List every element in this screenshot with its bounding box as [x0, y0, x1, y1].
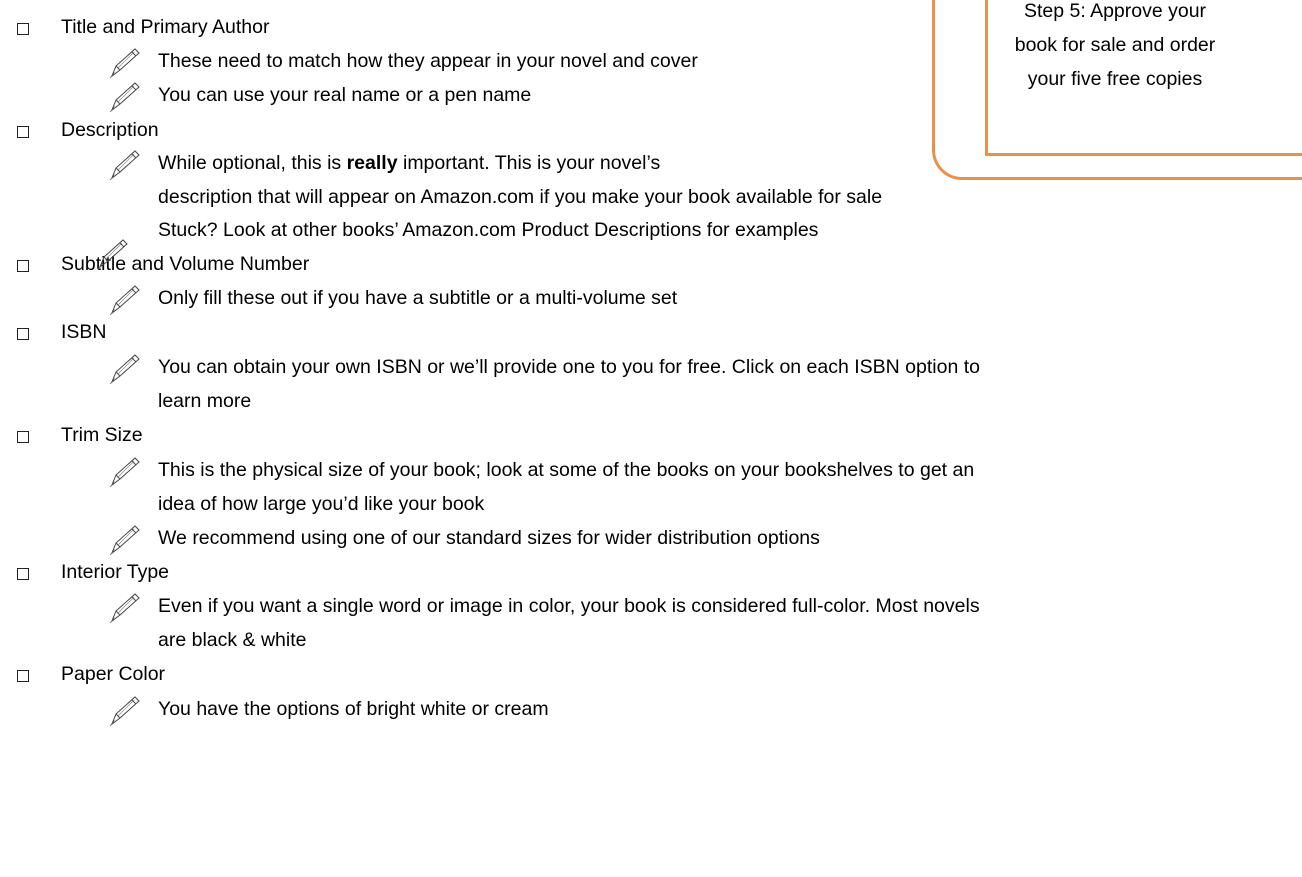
note: You have the options of bright white or …: [0, 696, 1300, 727]
pencil-icon: [109, 457, 140, 488]
checkbox-icon[interactable]: [17, 260, 29, 272]
note: This is the physical size of your book; …: [0, 457, 1300, 488]
note: You can use your real name or a pen name: [0, 82, 900, 113]
checkbox-icon[interactable]: [17, 126, 29, 138]
checklist-item-interior-type: Interior Type: [0, 559, 900, 586]
checklist-item-trim-size: Trim Size: [0, 422, 900, 449]
note-continuation: description that will appear on Amazon.c…: [158, 186, 883, 208]
callout-line-2: book for sale and order: [1014, 34, 1216, 56]
checklist-item-paper-color: Paper Color: [0, 661, 900, 688]
item-label: Title and Primary Author: [61, 16, 270, 38]
step-callout: Step 5: Approve your book for sale and o…: [990, 0, 1240, 96]
pencil-icon: [109, 82, 140, 113]
note-continuation: are black & white: [158, 629, 307, 651]
note-text: These need to match how they appear in y…: [158, 50, 698, 72]
pencil-icon: [97, 239, 128, 270]
note-text: While optional, this is really important…: [158, 150, 660, 177]
note-text: Even if you want a single word or image …: [158, 595, 980, 617]
checkbox-icon[interactable]: [17, 23, 29, 35]
callout-line-1: Step 5: Approve your: [1023, 0, 1207, 22]
note-text-post: important. This is your novel’s: [397, 152, 661, 174]
note: We recommend using one of our standard s…: [0, 525, 1300, 556]
note-continuation: idea of how large you’d like your book: [158, 493, 485, 515]
pencil-icon: [109, 150, 140, 181]
note-text-bold: really: [346, 152, 398, 174]
note-text: You can use your real name or a pen name: [158, 84, 532, 106]
pencil-icon: [109, 525, 140, 556]
note-text: We recommend using one of our standard s…: [158, 527, 820, 549]
note: You can obtain your own ISBN or we’ll pr…: [0, 354, 1300, 385]
pencil-icon: [109, 48, 140, 79]
checkbox-icon[interactable]: [17, 670, 29, 682]
checkbox-icon[interactable]: [17, 568, 29, 580]
item-label: Description: [61, 119, 159, 141]
note: Even if you want a single word or image …: [0, 593, 1300, 624]
pencil-icon: [109, 593, 140, 624]
checkbox-icon[interactable]: [17, 328, 29, 340]
pencil-icon: [109, 285, 140, 316]
note-text-pre: While optional, this is: [158, 152, 347, 174]
note: While optional, this is really important…: [0, 150, 1300, 181]
checkbox-icon[interactable]: [17, 431, 29, 443]
callout-line-3: your five free copies: [1027, 68, 1203, 90]
pencil-icon: [109, 696, 140, 727]
note-text: You have the options of bright white or …: [158, 698, 549, 720]
item-label: Interior Type: [61, 561, 170, 583]
note-continuation: learn more: [158, 390, 252, 412]
checklist-item-isbn: ISBN: [0, 319, 900, 346]
item-label: Paper Color: [61, 663, 166, 685]
note-text: Only fill these out if you have a subtit…: [158, 287, 678, 309]
item-label: Trim Size: [61, 424, 143, 446]
note-text: You can obtain your own ISBN or we’ll pr…: [158, 356, 980, 378]
note-continuation: Stuck? Look at other books’ Amazon.com P…: [158, 219, 819, 241]
checklist-item-title: Title and Primary Author: [0, 14, 900, 41]
pencil-icon: [109, 354, 140, 385]
item-label: ISBN: [61, 321, 107, 343]
checklist-item-subtitle: Subtitle and Volume Number: [0, 239, 900, 278]
note: Only fill these out if you have a subtit…: [0, 285, 1300, 316]
checklist-item-description: Description: [0, 117, 900, 144]
note-text: This is the physical size of your book; …: [158, 459, 975, 481]
note: These need to match how they appear in y…: [0, 48, 900, 79]
